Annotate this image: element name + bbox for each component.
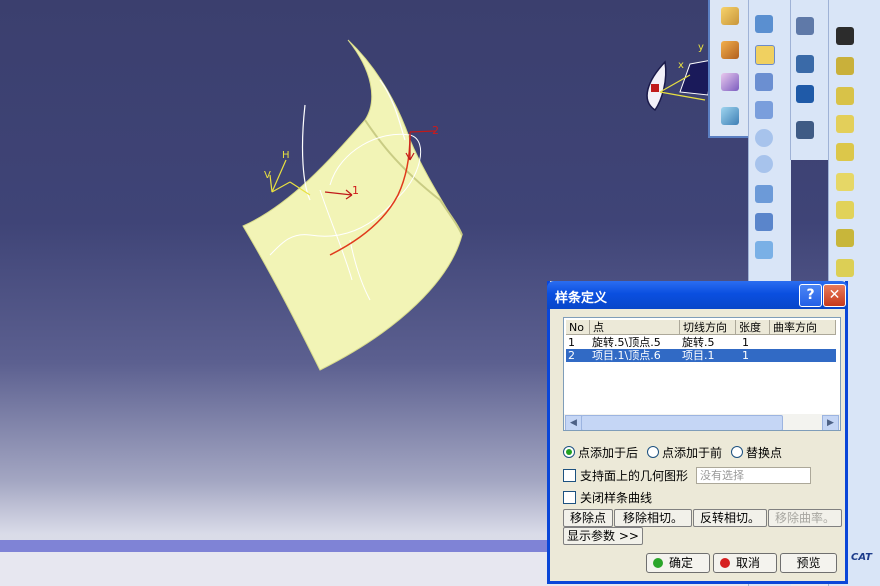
radio-replace-point-label: 替换点 — [746, 446, 783, 460]
extract-icon[interactable] — [833, 84, 857, 108]
checkbox-geometry-on-support[interactable]: 支持面上的几何图形 — [563, 467, 688, 484]
radio-add-before[interactable]: 点添加于前 — [647, 444, 722, 461]
axis-label-v: V — [264, 170, 271, 181]
column-header-point[interactable]: 点 — [590, 320, 680, 335]
points-table[interactable]: No 点 切线方向 张度 曲率方向 1 旋转.5\顶点.5 旋转.5 1 2 项… — [563, 317, 841, 431]
split-icon[interactable] — [833, 54, 857, 78]
join-icon[interactable] — [833, 24, 857, 48]
ok-label: 确定 — [669, 556, 694, 570]
ok-button[interactable]: 确定 — [646, 553, 710, 573]
checkbox-label: 关闭样条曲线 — [580, 491, 653, 505]
cancel-label: 取消 — [736, 556, 761, 570]
cancel-red-icon — [720, 558, 730, 568]
cell-tension: 1 — [742, 349, 749, 362]
column-header-curvature[interactable]: 曲率方向 — [770, 320, 836, 335]
support-selection-field[interactable]: 没有选择 — [696, 467, 811, 484]
pan-icon[interactable] — [752, 70, 776, 94]
axis-label-x: x — [678, 60, 684, 71]
cell-point: 旋转.5\顶点.5 — [592, 336, 661, 349]
shaded-cube-icon[interactable] — [793, 52, 817, 76]
cell-tangent: 旋转.5 — [682, 336, 715, 349]
compass-red-handle — [651, 84, 659, 92]
show-parameters-button[interactable]: 显示参数 >> — [563, 527, 643, 545]
radio-add-after[interactable]: 点添加于后 — [563, 444, 638, 461]
fly-icon[interactable] — [752, 12, 776, 36]
point-label-2: 2 — [432, 124, 439, 137]
cell-point: 项目.1\顶点.6 — [592, 349, 661, 362]
iso-view-icon[interactable] — [752, 238, 776, 262]
radio-replace-point-icon — [731, 446, 743, 458]
close-button[interactable]: ✕ — [823, 284, 846, 307]
scroll-right-arrow-icon[interactable]: ▶ — [822, 415, 839, 430]
cell-no: 1 — [568, 336, 575, 349]
cancel-button[interactable]: 取消 — [713, 553, 777, 573]
grid-icon[interactable] — [793, 82, 817, 106]
scroll-thumb[interactable] — [581, 415, 783, 430]
cell-tension: 1 — [742, 336, 749, 349]
radio-add-after-label: 点添加于后 — [578, 446, 639, 460]
cylinder-icon[interactable] — [833, 112, 857, 136]
yellow-surface — [242, 39, 463, 371]
column-header-no[interactable]: No — [566, 320, 590, 335]
floating-toolbar — [708, 0, 752, 138]
scroll-left-arrow-icon[interactable]: ◀ — [565, 415, 582, 430]
radio-add-before-label: 点添加于前 — [662, 446, 723, 460]
column-header-tension[interactable]: 张度 — [736, 320, 770, 335]
radio-add-after-icon — [563, 446, 575, 458]
measure-icon[interactable] — [793, 14, 817, 38]
zoom-out-icon[interactable] — [752, 152, 776, 176]
horizontal-scrollbar[interactable]: ◀ ▶ — [564, 414, 840, 430]
checkbox-close-spline[interactable]: 关闭样条曲线 — [563, 489, 652, 506]
axis-label-y: y — [698, 42, 704, 53]
normal-view-icon[interactable] — [752, 182, 776, 206]
shading-icon[interactable] — [718, 70, 742, 94]
checkbox-icon — [563, 469, 576, 482]
reverse-tangent-button[interactable]: 反转相切。 — [693, 509, 767, 527]
tools-toolbar — [790, 0, 829, 160]
sweep-icon[interactable] — [833, 226, 857, 250]
radio-replace-point[interactable]: 替换点 — [731, 444, 782, 461]
rotate-icon[interactable] — [752, 98, 776, 122]
fill-icon[interactable] — [833, 256, 857, 280]
dialog-title: 样条定义 — [555, 291, 608, 306]
spline-definition-dialog: 样条定义 ? ✕ No 点 切线方向 张度 曲率方向 1 旋转.5\顶点.5 旋… — [547, 281, 848, 584]
table-row[interactable]: 1 旋转.5\顶点.5 旋转.5 1 — [566, 336, 836, 349]
pair-cylinders-icon[interactable] — [718, 104, 742, 128]
multi-view-icon[interactable] — [718, 4, 742, 28]
center-graph-icon[interactable] — [793, 118, 817, 142]
remove-point-button[interactable]: 移除点 — [563, 509, 613, 527]
offset-icon[interactable] — [833, 170, 857, 194]
catia-logo: CAT — [851, 552, 872, 563]
checkbox-label: 支持面上的几何图形 — [580, 469, 689, 483]
dialog-titlebar[interactable]: 样条定义 ? ✕ — [547, 281, 848, 309]
cell-no: 2 — [568, 349, 575, 362]
column-header-tangent[interactable]: 切线方向 — [680, 320, 736, 335]
solid-view-icon[interactable] — [718, 38, 742, 62]
axis-label-h: H — [282, 150, 290, 161]
extrude-icon[interactable] — [833, 198, 857, 222]
multi-viewport-icon[interactable] — [752, 210, 776, 234]
remove-tangent-button[interactable]: 移除相切。 — [614, 509, 692, 527]
preview-button[interactable]: 预览 — [780, 553, 837, 573]
fit-all-icon[interactable] — [752, 42, 776, 66]
remove-curvature-button: 移除曲率。 — [768, 509, 842, 527]
help-button[interactable]: ? — [799, 284, 822, 307]
point-label-1: 1 — [352, 184, 359, 197]
boundary-icon[interactable] — [833, 140, 857, 164]
ok-green-icon — [653, 558, 663, 568]
checkbox-icon — [563, 491, 576, 504]
radio-add-before-icon — [647, 446, 659, 458]
cell-tangent: 项目.1 — [682, 349, 715, 362]
zoom-in-icon[interactable] — [752, 126, 776, 150]
table-row-selected[interactable]: 2 项目.1\顶点.6 项目.1 1 — [566, 349, 836, 362]
